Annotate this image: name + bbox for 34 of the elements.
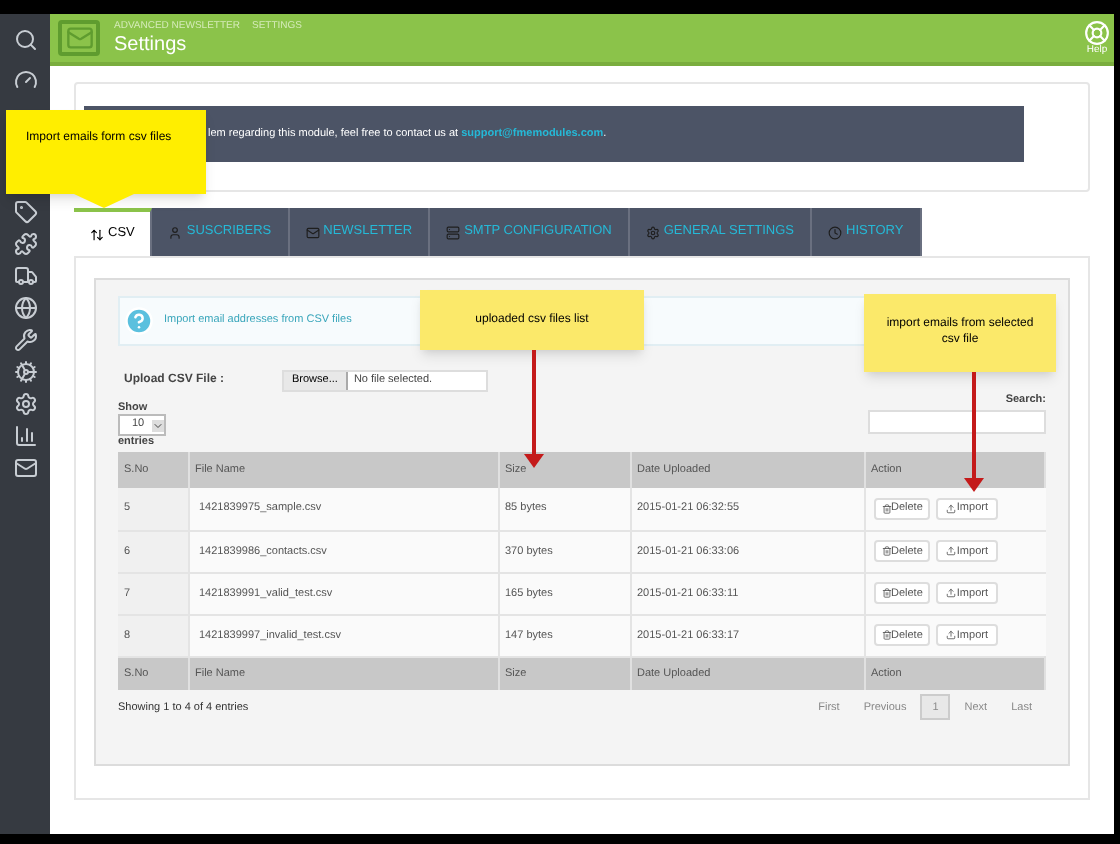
globe-icon [13, 296, 37, 320]
page-title: Settings [114, 35, 189, 55]
puzzle-icon [13, 232, 37, 256]
search-icon [13, 27, 37, 51]
help-icon [124, 306, 154, 336]
gauge-icon [13, 68, 37, 92]
bar-chart-icon [13, 424, 37, 448]
settings-icon [645, 225, 660, 239]
user-icon [168, 225, 183, 239]
trash-icon [881, 588, 891, 599]
wrench-icon [13, 328, 37, 352]
gear-icon [13, 360, 37, 384]
arrow-icon [964, 372, 984, 492]
mail-icon [13, 456, 37, 480]
search-field[interactable] [868, 410, 1046, 435]
upload-icon [946, 630, 957, 641]
settings-icon [13, 392, 37, 416]
tag-icon [13, 200, 37, 224]
upload-icon [946, 588, 957, 599]
callout-pointer-icon [74, 194, 134, 208]
sort-icon [90, 227, 104, 241]
clock-icon [828, 225, 842, 239]
server-icon [446, 225, 461, 239]
upload-icon [946, 546, 957, 557]
mail-icon [305, 225, 320, 239]
trash-icon [881, 504, 891, 514]
arrow-icon [524, 350, 544, 468]
truck-icon [13, 264, 37, 288]
caret-icon [152, 419, 164, 432]
upload-icon [946, 504, 957, 514]
mail-icon [58, 20, 100, 56]
trash-icon [881, 630, 891, 641]
trash-icon [881, 546, 891, 557]
lifebuoy-icon [1084, 20, 1110, 46]
